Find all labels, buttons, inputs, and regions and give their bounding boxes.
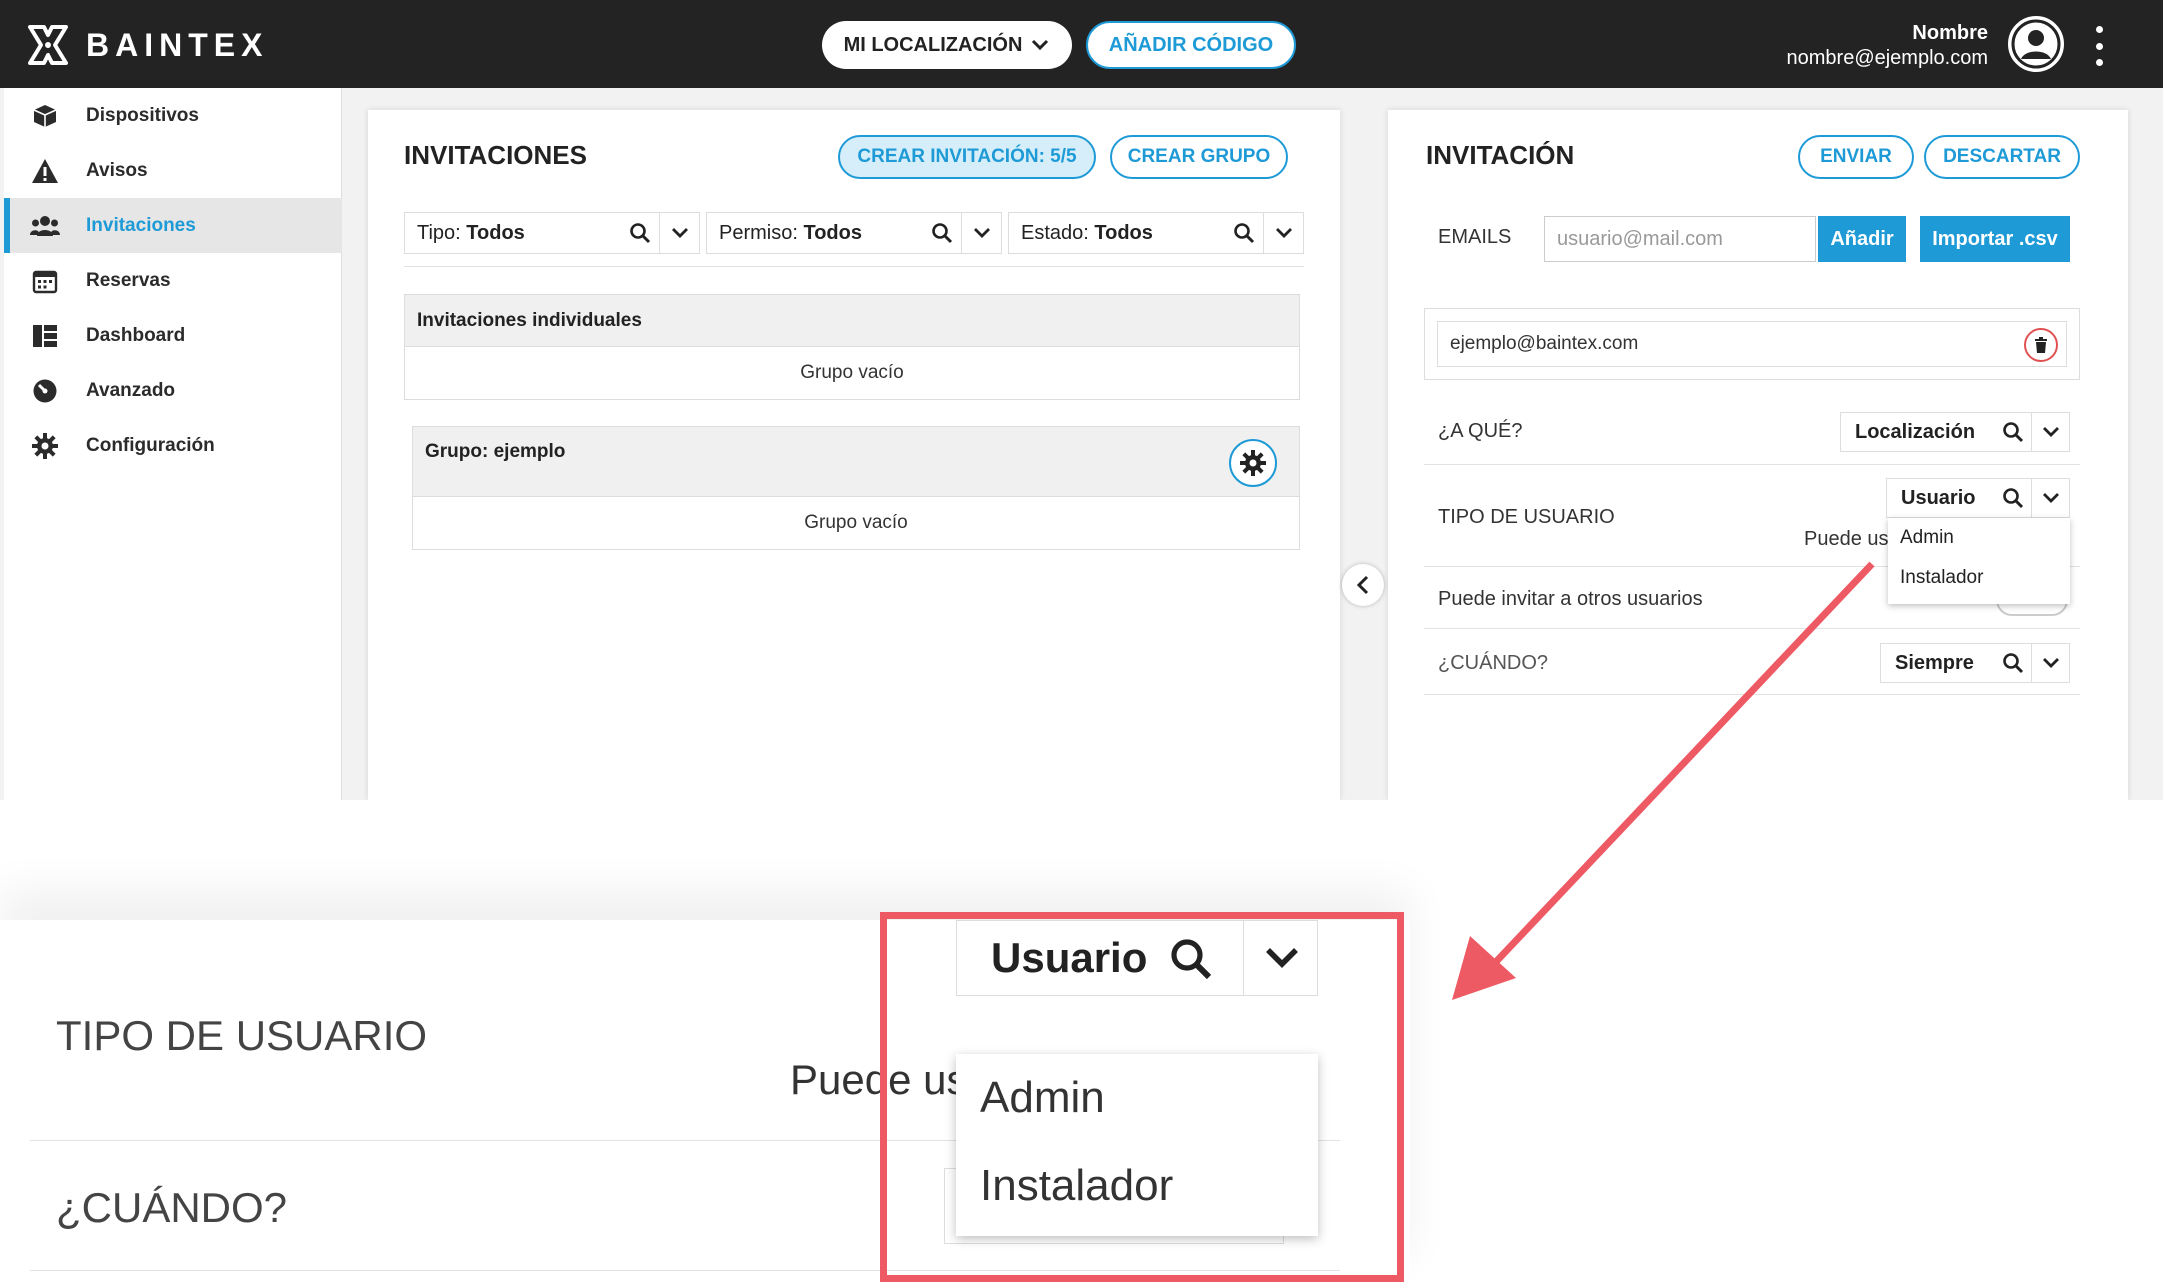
- callout-arrow-icon: [1452, 561, 1875, 1000]
